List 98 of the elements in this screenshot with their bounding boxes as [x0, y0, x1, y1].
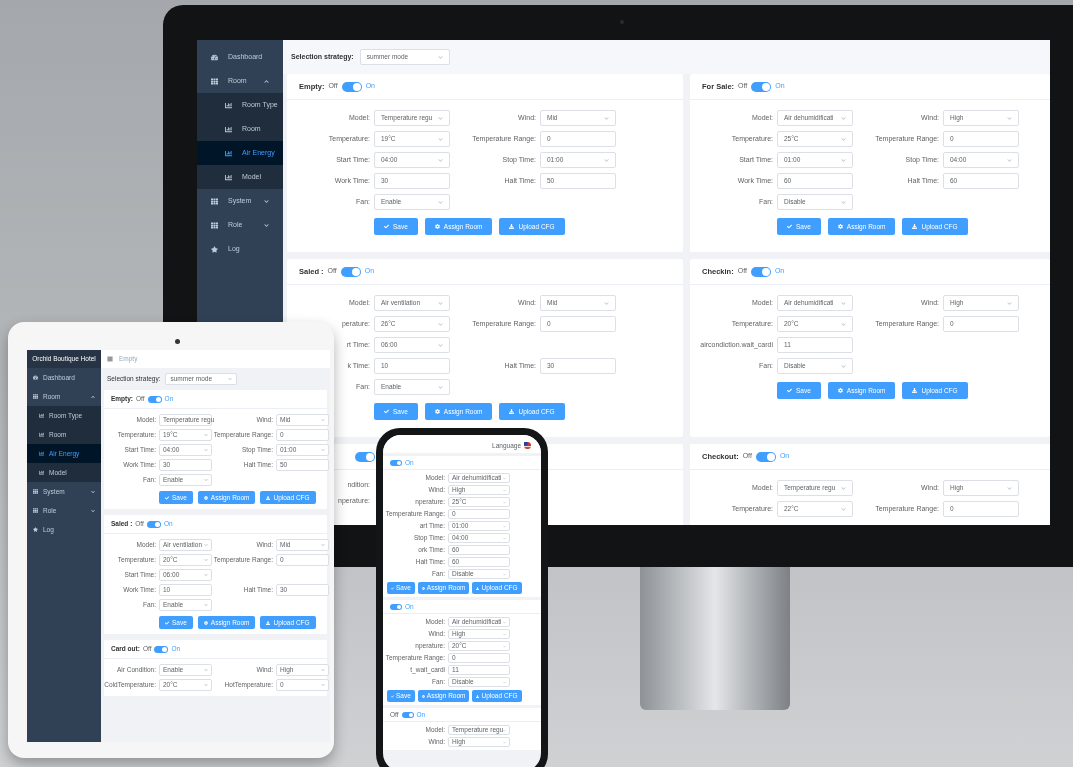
grid-icon [211, 77, 218, 85]
chevron-down-icon [321, 683, 325, 687]
chevron-down-icon [604, 300, 609, 306]
chevron-down-icon [1007, 115, 1012, 121]
chevron-down-icon [204, 668, 208, 672]
chevron-down-icon [1007, 300, 1012, 306]
toggle-switch[interactable] [355, 451, 375, 462]
gear-icon [434, 409, 440, 414]
chevron-down-icon [438, 300, 443, 306]
chevron-down-icon [841, 363, 846, 369]
chevron-down-icon [438, 136, 443, 142]
chevron-down-icon [1007, 157, 1012, 163]
chevron-down-icon [321, 543, 325, 547]
toggle-switch[interactable] [147, 395, 162, 403]
check-icon [165, 620, 169, 625]
check-icon [391, 694, 394, 698]
check-icon [391, 586, 394, 590]
chevron-down-icon [1007, 485, 1012, 491]
gear-icon [203, 620, 208, 625]
gear-icon [203, 495, 208, 500]
chevron-down-icon [438, 199, 443, 205]
flag-icon[interactable] [524, 442, 531, 449]
toggle-switch[interactable] [340, 266, 361, 277]
toggle-switch[interactable] [751, 81, 772, 92]
download-icon [509, 224, 515, 229]
download-icon [266, 620, 271, 625]
download-icon [476, 586, 480, 590]
star-icon [33, 527, 38, 532]
chevron-down-icon [204, 603, 208, 607]
chevron-down-icon [438, 342, 443, 348]
chevron-icon [264, 78, 269, 84]
chevron-down-icon [841, 136, 846, 142]
chevron-down-icon [321, 418, 325, 422]
bar-chart-icon [39, 451, 44, 456]
chevron-icon [264, 198, 269, 204]
chevron-down-icon [438, 157, 443, 163]
toggle-switch[interactable] [154, 645, 169, 653]
gear-icon [434, 224, 440, 229]
gear-icon [837, 388, 843, 393]
toggle-switch[interactable] [750, 266, 771, 277]
chevron-down-icon [604, 157, 609, 163]
chevron-down-icon [841, 300, 846, 306]
download-icon [509, 409, 515, 414]
toggle-switch[interactable] [401, 711, 414, 718]
toggle-switch[interactable] [146, 520, 161, 528]
gauge-icon [211, 53, 218, 61]
toggle-switch[interactable] [390, 603, 402, 610]
chevron-down-icon [204, 573, 208, 577]
chevron-down-icon [437, 54, 443, 60]
chevron-down-icon [438, 384, 443, 390]
chevron-down-icon [438, 321, 443, 327]
toggle-switch[interactable] [390, 459, 402, 466]
chevron-down-icon [841, 157, 846, 163]
chevron-down-icon [204, 448, 208, 452]
gear-icon [421, 694, 425, 698]
chevron-down-icon [204, 558, 208, 562]
bar-chart-icon [225, 173, 232, 181]
check-icon [384, 224, 389, 229]
chevron-down-icon [841, 115, 846, 121]
chevron-down-icon [841, 485, 846, 491]
grid-icon [33, 394, 38, 399]
download-icon [266, 495, 271, 500]
chevron-down-icon [204, 433, 208, 437]
download-icon [476, 694, 480, 698]
bar-chart-icon [39, 432, 44, 437]
chevron-down-icon [841, 506, 846, 512]
chevron-down-icon [321, 668, 325, 672]
chevron-down-icon [604, 115, 609, 121]
star-icon [211, 245, 218, 253]
grid-icon [211, 197, 218, 205]
grid-icon [33, 508, 38, 513]
bar-chart-icon [225, 125, 232, 133]
toggle-switch[interactable] [755, 451, 776, 462]
bar-chart-icon [225, 101, 232, 109]
check-icon [165, 495, 169, 500]
gauge-icon [33, 375, 38, 380]
check-icon [384, 409, 389, 414]
toggle-switch[interactable] [341, 81, 362, 92]
check-icon [787, 224, 792, 229]
check-icon [787, 388, 792, 393]
chevron-down-icon [204, 478, 208, 482]
chevron-down-icon [438, 115, 443, 121]
download-icon [912, 224, 918, 229]
grid-icon [33, 489, 38, 494]
chevron-icon [264, 222, 269, 228]
gear-icon [837, 224, 843, 229]
chevron-down-icon [841, 199, 846, 205]
download-icon [912, 388, 918, 393]
bar-chart-icon [39, 470, 44, 475]
chevron-down-icon [204, 683, 208, 687]
grid-icon [211, 221, 218, 229]
chevron-down-icon [321, 448, 325, 452]
menu-icon[interactable] [107, 356, 113, 362]
bar-chart-icon [225, 149, 232, 157]
bar-chart-icon [39, 413, 44, 418]
gear-icon [421, 586, 425, 590]
chevron-down-icon [841, 321, 846, 327]
chevron-down-icon [204, 543, 208, 547]
